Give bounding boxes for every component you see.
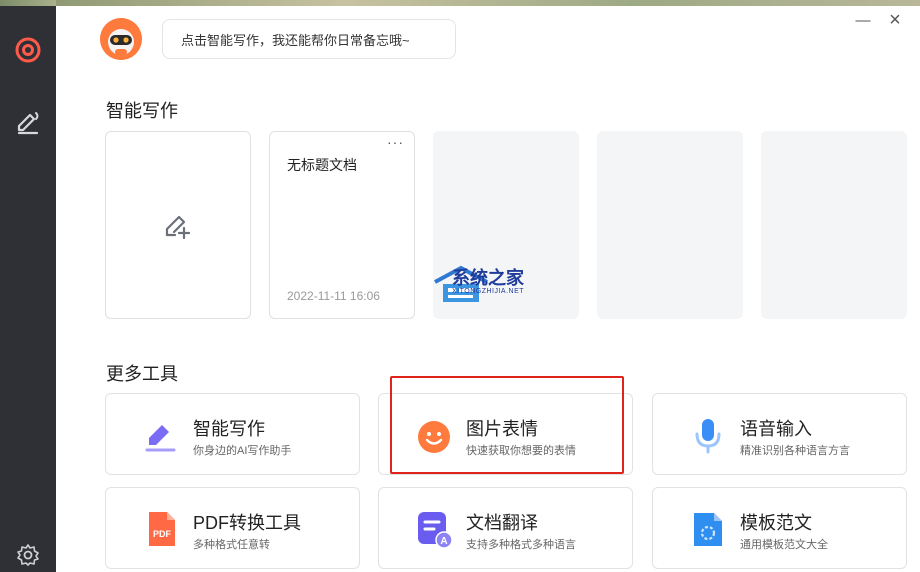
sidebar [0,0,56,572]
tool-name: PDF转换工具 [193,513,301,533]
assistant-speech-bubble: 点击智能写作，我还能帮你日常备忘哦~ [162,19,456,59]
window-top-strip [0,0,56,6]
new-document-icon [165,215,191,239]
target-icon [15,37,41,63]
watermark-title: 系统之家 [452,268,524,288]
pen-icon [145,425,176,452]
tool-template-essays[interactable]: 模板范文 通用模板范文大全 [652,487,907,569]
tool-description: 通用模板范文大全 [740,539,828,551]
tool-description: 支持多种格式多种语言 [466,539,576,551]
pdf-icon: PDF [149,512,175,546]
microphone-icon [695,419,721,454]
document-title: 无标题文档 [287,157,357,173]
empty-document-slot [597,131,743,319]
sidebar-item-writing[interactable] [0,104,56,138]
document-date: 2022-11-11 16:06 [287,289,380,303]
tool-description: 多种格式任意转 [193,539,270,551]
assistant-avatar[interactable] [100,18,142,60]
tool-pdf-converter[interactable]: PDF PDF转换工具 多种格式任意转 [105,487,360,569]
gear-icon [17,544,39,566]
minimize-button[interactable]: — [856,12,871,29]
close-button[interactable]: × [888,9,902,31]
svg-text:PDF: PDF [153,529,172,539]
tool-document-translate[interactable]: A 文档翻译 支持多种格式多种语言 [378,487,633,569]
new-document-card[interactable] [105,131,251,319]
window-top-strip-main [56,0,920,6]
assistant-bubble-text: 点击智能写作，我还能帮你日常备忘哦~ [181,32,410,48]
tool-smart-writing[interactable]: 智能写作 你身边的AI写作助手 [105,393,360,475]
pen-edit-icon [17,112,39,135]
tool-description: 精准识别各种语言方言 [740,445,850,457]
tool-description: 你身边的AI写作助手 [193,445,292,457]
sidebar-item-home[interactable] [0,34,56,66]
robot-avatar-icon [100,18,142,60]
tool-name: 语音输入 [740,419,812,439]
translate-doc-icon: A [418,512,453,548]
main-panel: — × 点击智能写作，我还能帮你日常备忘哦~ 智能写作 ··· 无标题文档 20… [56,0,920,572]
window-controls: — × [856,9,902,31]
svg-text:A: A [440,536,447,547]
more-tools-title: 更多工具 [106,364,178,384]
sidebar-item-settings[interactable] [0,540,56,570]
empty-document-slot [761,131,907,319]
tool-voice-input[interactable]: 语音输入 精准识别各种语言方言 [652,393,907,475]
highlight-annotation [390,376,624,474]
smart-writing-title: 智能写作 [106,101,178,121]
tool-name: 文档翻译 [466,513,538,533]
document-more-button[interactable]: ··· [387,134,404,150]
template-icon [694,513,722,546]
watermark-subtitle: XITONGZHIJIA.NET [452,288,525,295]
tool-name: 模板范文 [740,513,812,533]
tool-name: 智能写作 [193,419,265,439]
